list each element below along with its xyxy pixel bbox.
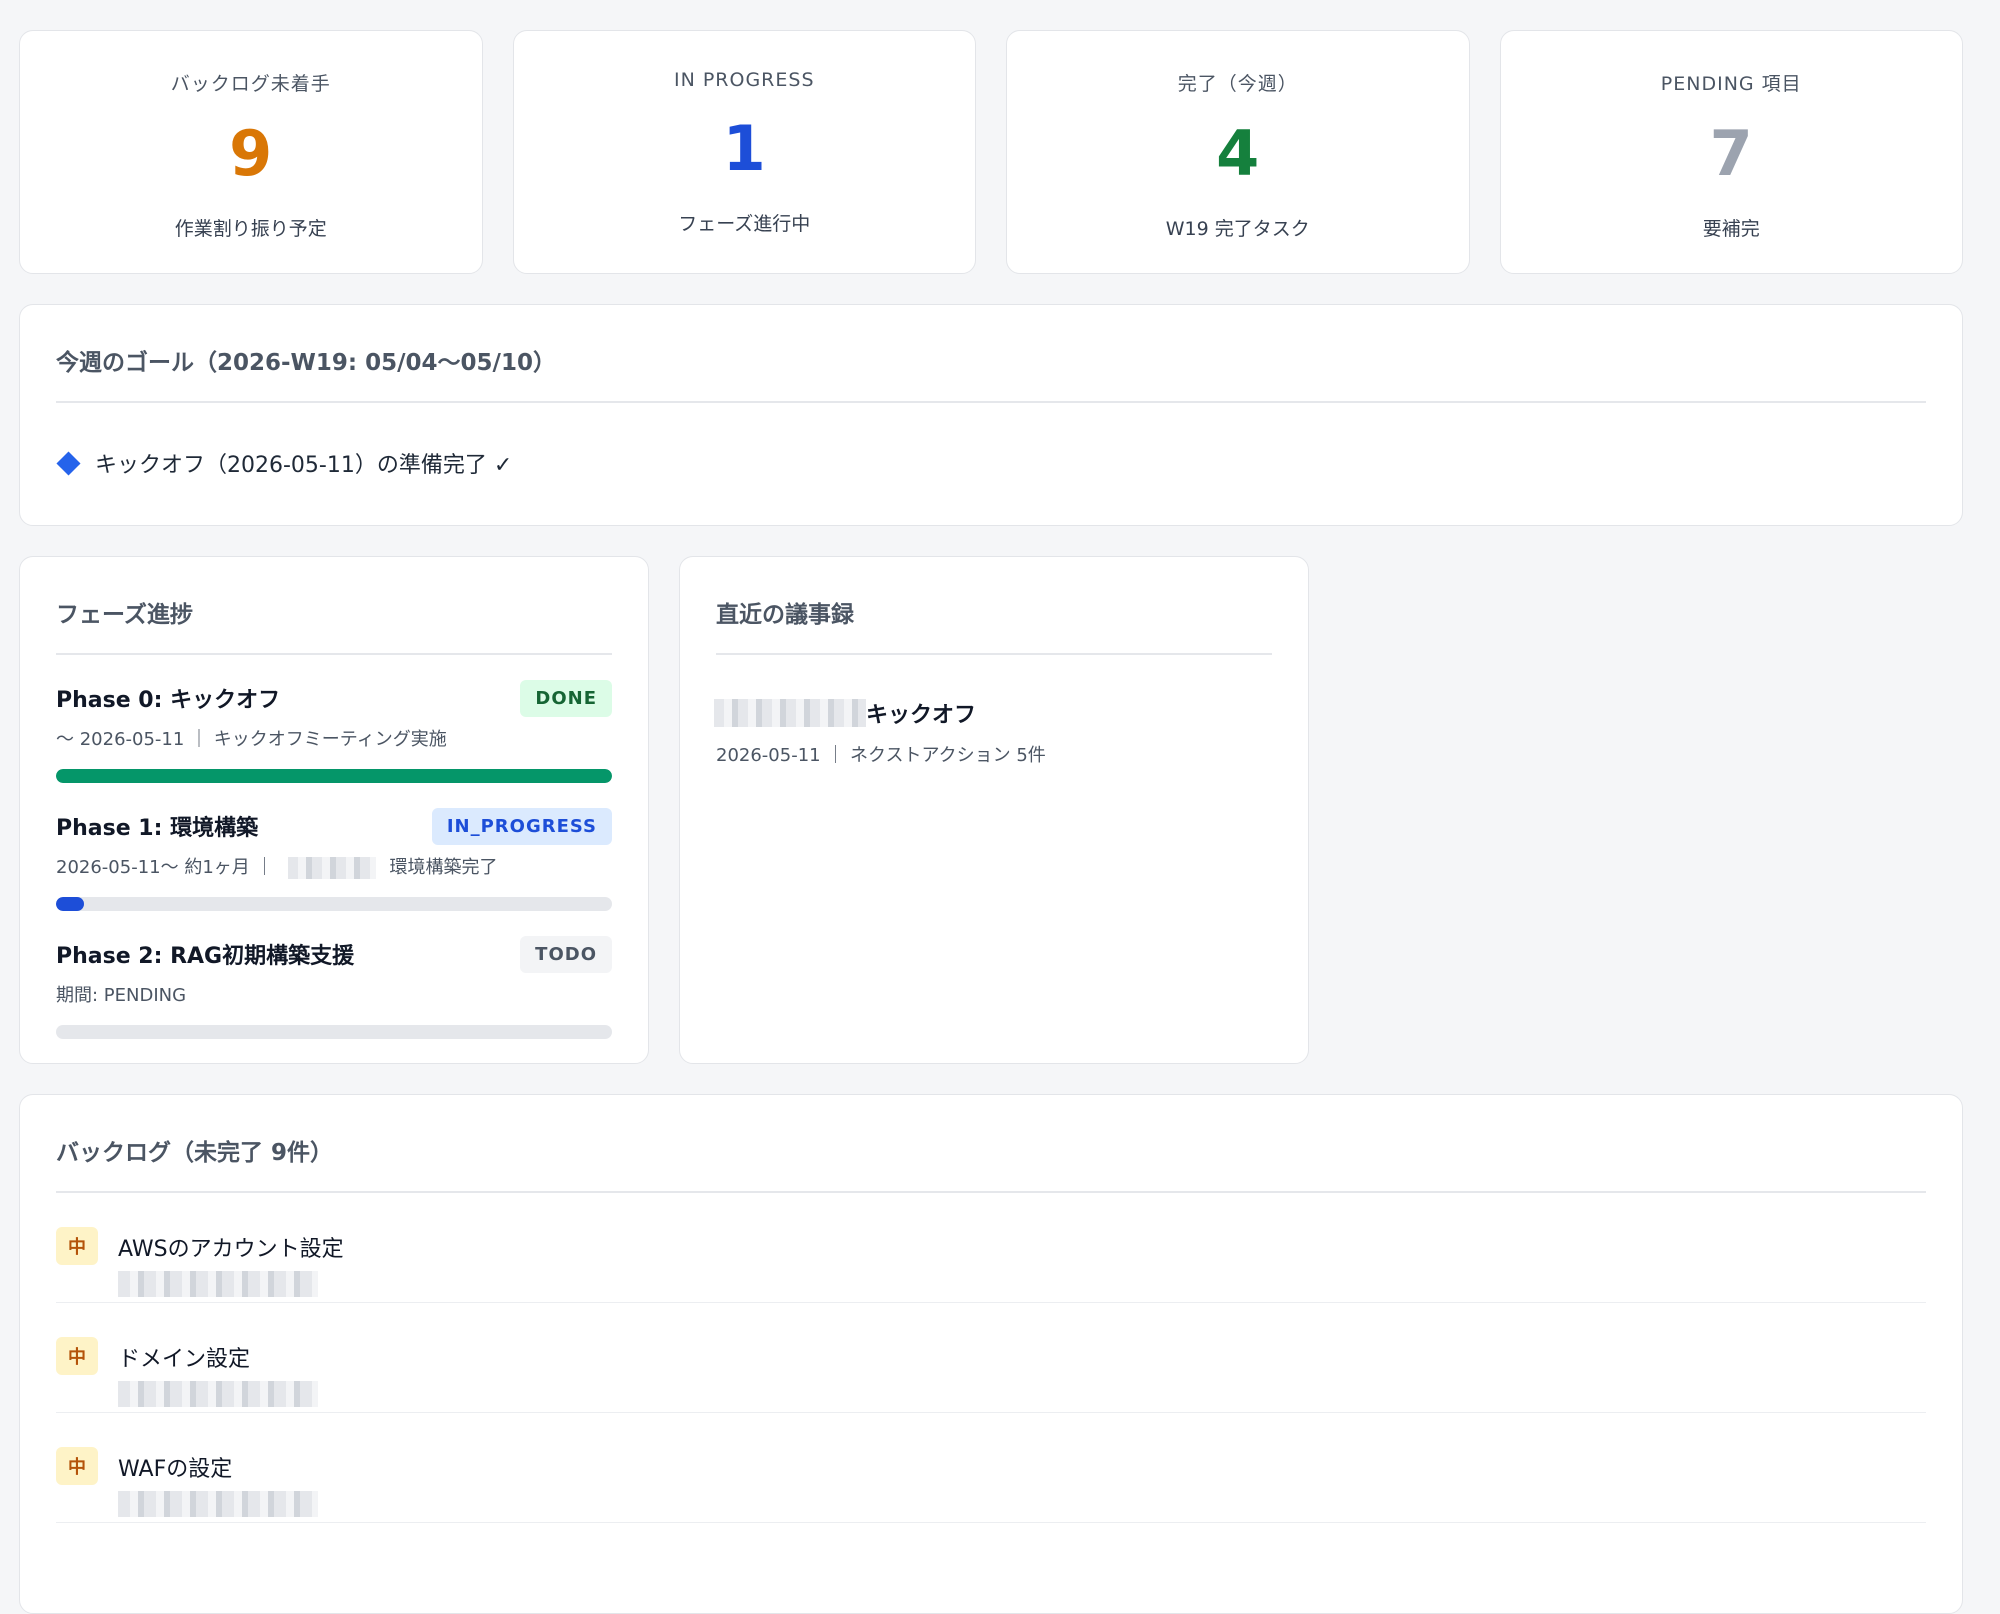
minutes-item-title-text: キックオフ [866,703,977,728]
backlog-item[interactable]: 中 WAFの設定 [56,1413,1926,1523]
redacted-text [714,699,866,727]
stat-subtext: W19 完了タスク [1165,218,1310,240]
weekly-goal-title: 今週のゴール（2026-W19: 05/04〜05/10） [56,350,556,376]
stat-card-backlog[interactable]: バックログ未着手 9 作業割り振り予定 [19,30,483,274]
redacted-text [118,1491,318,1517]
diamond-icon [56,450,81,476]
status-badge: IN_PROGRESS [431,807,612,845]
phase-item-0[interactable]: Phase 0: キックオフ DONE 〜 2026-05-11 ｜ キックオフ… [56,679,612,783]
phase-meta-suffix: 環境構築完了 [389,857,498,878]
recent-minutes-card: 直近の議事録 キックオフ 2026-05-11 ｜ ネクストアクション 5件 [679,556,1309,1064]
phase-meta-text: 2026-05-11〜 約1ヶ月 ｜ [56,857,274,878]
divider [716,653,1272,655]
backlog-title: バックログ（未完了 9件） [56,1140,334,1166]
divider [56,653,612,655]
phase-name: Phase 2: RAG初期構築支援 [56,944,355,969]
phase-progress-title: フェーズ進捗 [56,602,193,628]
stat-label: IN PROGRESS [673,69,815,91]
stat-value: 4 [1216,117,1260,190]
backlog-item-title: AWSのアカウント設定 [118,1237,344,1262]
dashboard: バックログ未着手 9 作業割り振り予定 IN PROGRESS 1 フェーズ進行… [19,30,1963,1614]
progress-bar [56,897,612,911]
redacted-text [287,857,376,879]
stat-card-pending[interactable]: PENDING 項目 7 要補完 [1499,30,1963,274]
stat-subtext: 要補完 [1702,218,1760,240]
recent-minutes-title: 直近の議事録 [716,602,854,628]
stat-cards: バックログ未着手 9 作業割り振り予定 IN PROGRESS 1 フェーズ進行… [19,30,1963,274]
goal-item: キックオフ（2026-05-11）の準備完了 ✓ [56,447,1926,479]
goal-item-text: キックオフ（2026-05-11）の準備完了 ✓ [95,453,513,478]
status-badge: TODO [520,935,612,973]
phase-item-2[interactable]: Phase 2: RAG初期構築支援 TODO 期間: PENDING [56,935,612,1039]
phase-meta: 期間: PENDING [56,981,612,1007]
minutes-item-title[interactable]: キックオフ [714,697,1272,729]
phase-meta-text: 〜 2026-05-11 ｜ キックオフミーティング実施 [56,729,447,750]
stat-value: 7 [1709,117,1753,190]
minutes-item[interactable]: キックオフ 2026-05-11 ｜ ネクストアクション 5件 [714,697,1272,767]
phase-meta: 〜 2026-05-11 ｜ キックオフミーティング実施 [56,725,612,751]
phase-minutes-row: フェーズ進捗 Phase 0: キックオフ DONE 〜 2026-05-11 … [19,556,1963,1064]
status-badge: DONE [520,679,612,717]
phase-meta: 2026-05-11〜 約1ヶ月 ｜ 環境構築完了 [56,853,612,879]
stat-value: 9 [229,117,273,190]
stat-card-in-progress[interactable]: IN PROGRESS 1 フェーズ進行中 [512,30,976,274]
phase-item-1[interactable]: Phase 1: 環境構築 IN_PROGRESS 2026-05-11〜 約1… [56,807,612,911]
minutes-item-meta: 2026-05-11 ｜ ネクストアクション 5件 [716,745,1046,766]
stat-subtext: フェーズ進行中 [678,213,811,235]
phase-meta-text: 期間: PENDING [56,985,187,1006]
backlog-item-title: ドメイン設定 [118,1347,251,1372]
stat-subtext: 作業割り振り予定 [174,218,327,240]
progress-bar-fill [56,897,84,911]
progress-bar [56,769,612,783]
stat-card-done[interactable]: 完了（今週） 4 W19 完了タスク [1006,30,1470,274]
redacted-text [118,1271,318,1297]
stat-label: 完了（今週） [1177,73,1298,95]
progress-bar-fill [56,769,612,783]
phase-name: Phase 0: キックオフ [56,688,281,713]
phase-progress-card: フェーズ進捗 Phase 0: キックオフ DONE 〜 2026-05-11 … [19,556,649,1064]
priority-badge: 中 [56,1227,98,1265]
backlog-item[interactable]: 中 AWSのアカウント設定 [56,1193,1926,1303]
stat-value: 1 [722,112,766,185]
priority-badge: 中 [56,1337,98,1375]
backlog-item-title: WAFの設定 [118,1457,233,1482]
stat-label: バックログ未着手 [170,73,331,95]
stat-label: PENDING 項目 [1660,73,1802,95]
divider [56,401,1926,403]
redacted-text [118,1381,318,1407]
progress-bar [56,1025,612,1039]
backlog-item[interactable]: 中 ドメイン設定 [56,1303,1926,1413]
phase-name: Phase 1: 環境構築 [56,816,259,841]
priority-badge: 中 [56,1447,98,1485]
weekly-goal-card: 今週のゴール（2026-W19: 05/04〜05/10） キックオフ（2026… [19,304,1963,526]
backlog-card: バックログ（未完了 9件） 中 AWSのアカウント設定 中 ドメイン設定 中 W… [19,1094,1963,1614]
